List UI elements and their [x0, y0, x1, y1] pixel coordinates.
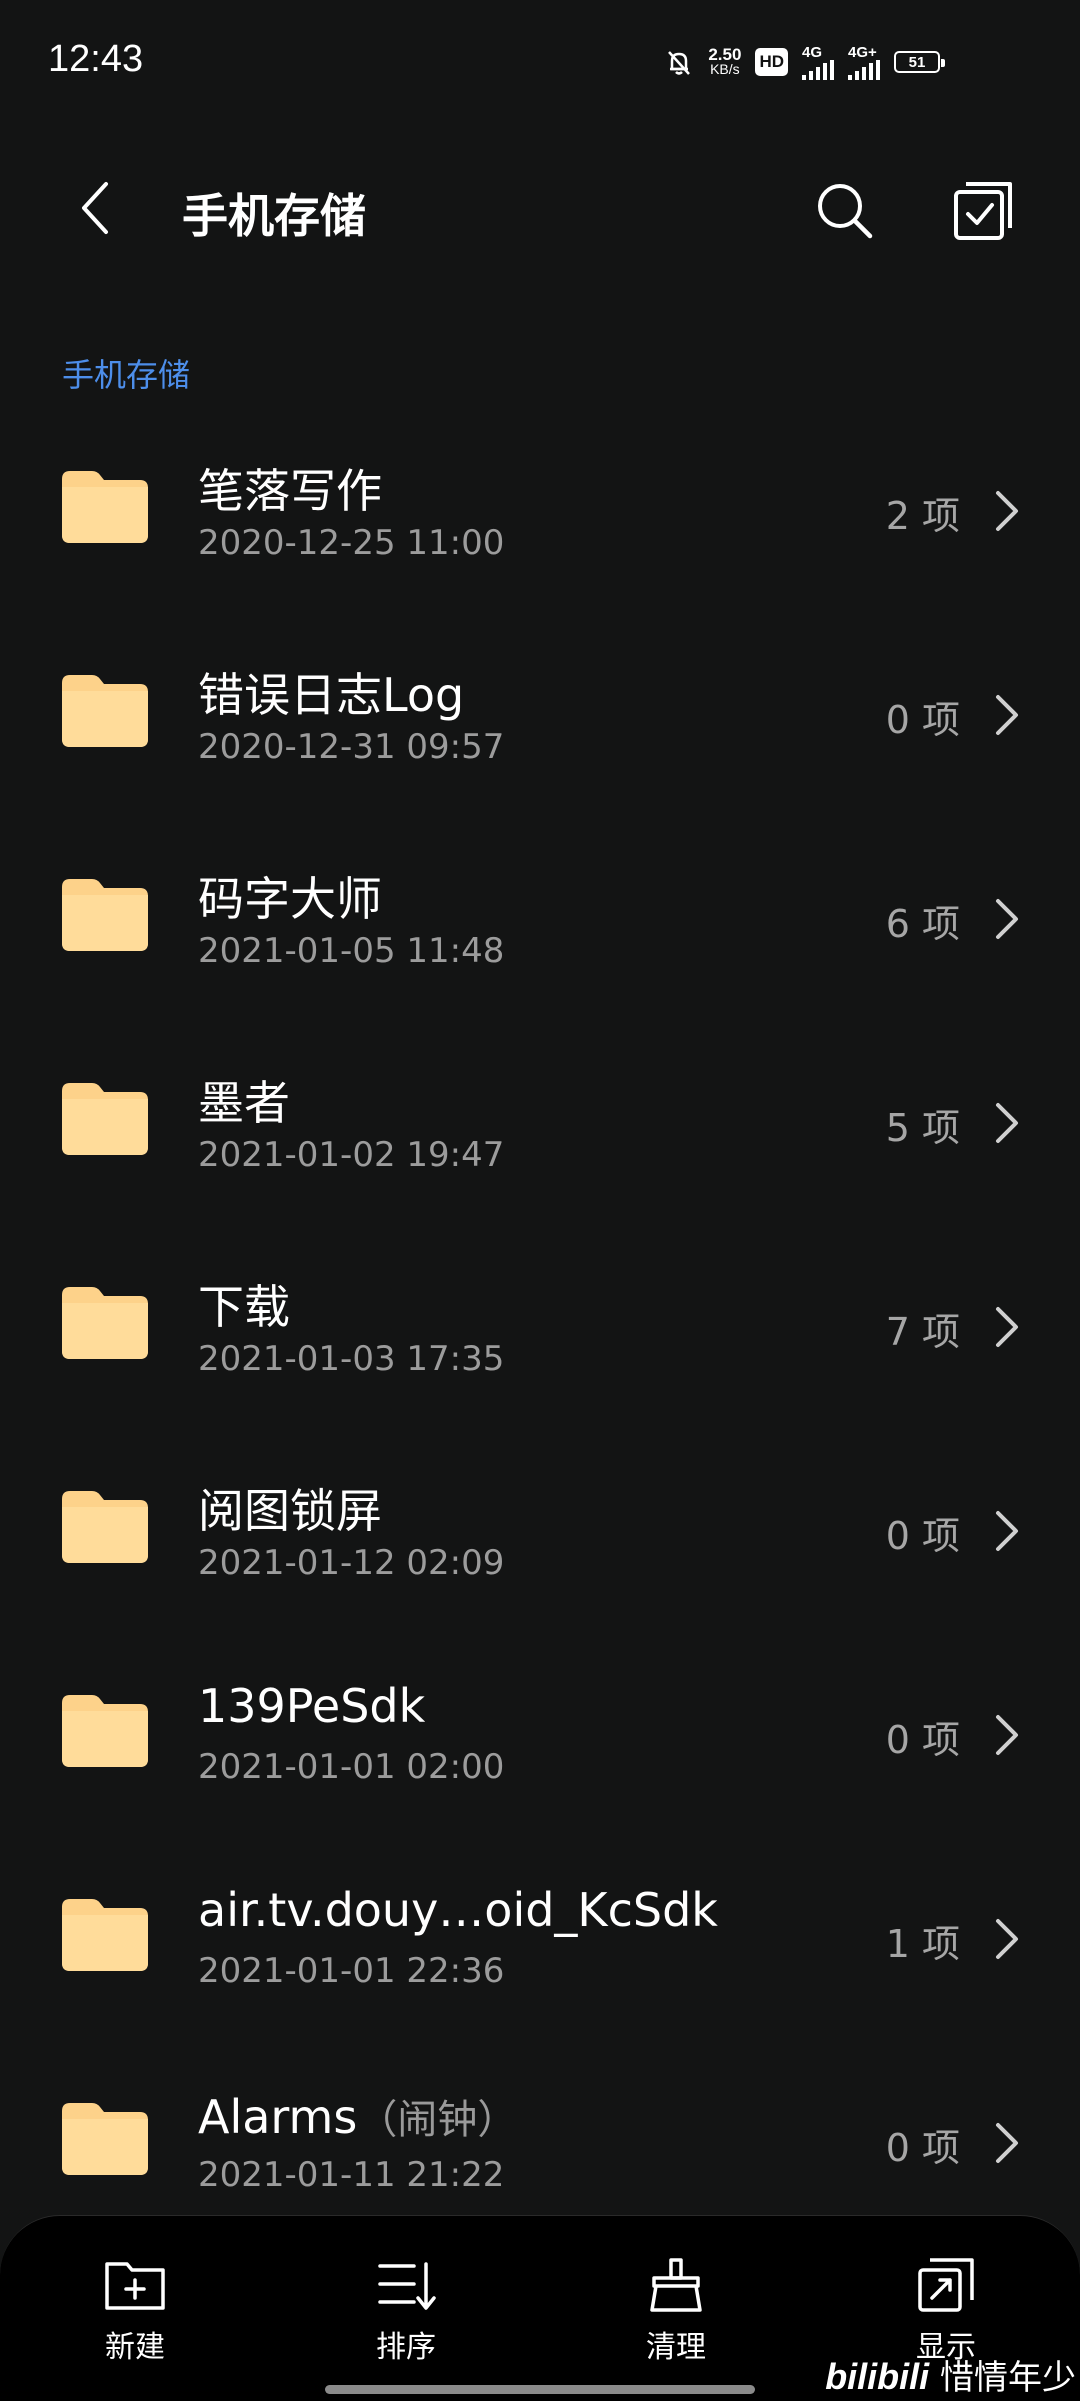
folder-item-count: 1 项 — [885, 1922, 960, 1966]
folder-date: 2021-01-05 11:48 — [198, 931, 505, 971]
folder-icon — [62, 471, 148, 543]
status-icons: 2.50 KB/s HD 4G 4G+ 51 — [664, 40, 945, 84]
folder-name: 码字大师 — [198, 863, 382, 929]
watermark: bilibili 惜情年少 — [825, 2350, 1076, 2399]
folder-date: 2020-12-31 09:57 — [198, 727, 505, 767]
folder-name-text: 139PeSdk — [198, 1679, 426, 1733]
folder-row[interactable]: 139PeSdk 2021-01-01 02:00 0 项 — [0, 1629, 1080, 1833]
folder-item-count: 0 项 — [885, 1718, 960, 1762]
page-title: 手机存储 — [182, 189, 366, 243]
folder-name-text: 笔落写作 — [198, 464, 382, 518]
checkbox-select-icon — [954, 182, 1012, 240]
folder-item-count: 5 项 — [885, 1106, 960, 1150]
folder-name: 笔落写作 — [198, 455, 382, 521]
clean-brush-icon — [650, 2258, 702, 2312]
folder-icon — [62, 1083, 148, 1155]
folder-icon — [62, 879, 148, 951]
hd-badge: HD — [755, 48, 788, 76]
chevron-right-icon — [996, 1103, 1018, 1143]
folder-row[interactable]: 下载 2021-01-03 17:35 7 项 — [0, 1221, 1080, 1425]
folder-row[interactable]: 墨者 2021-01-02 19:47 5 项 — [0, 1017, 1080, 1221]
new-folder-label: 新建 — [105, 2330, 165, 2365]
sim2-signal: 4G+ — [848, 45, 880, 80]
folder-name-text: 下载 — [198, 1280, 290, 1334]
network-speed: 2.50 KB/s — [708, 45, 742, 77]
clean-label: 清理 — [646, 2330, 706, 2365]
chevron-right-icon — [996, 1511, 1018, 1551]
battery-icon: 51 — [894, 51, 945, 73]
chevron-right-icon — [996, 1715, 1018, 1755]
folder-row[interactable]: 阅图锁屏 2021-01-12 02:09 0 项 — [0, 1425, 1080, 1629]
folder-icon — [62, 1287, 148, 1359]
folder-icon — [62, 675, 148, 747]
back-button[interactable] — [64, 176, 128, 240]
new-folder-button[interactable]: 新建 — [65, 2256, 205, 2366]
folder-date: 2021-01-11 21:22 — [198, 2155, 505, 2195]
folder-item-count: 7 项 — [885, 1310, 960, 1354]
home-indicator[interactable] — [325, 2385, 755, 2394]
status-bar: 12:43 2.50 KB/s HD 4G 4G+ 51 — [0, 0, 1080, 125]
sort-label: 排序 — [376, 2330, 436, 2365]
folder-row[interactable]: air.tv.douy…oid_KcSdk 2021-01-01 22:36 1 项 — [0, 1833, 1080, 2037]
folder-date: 2021-01-03 17:35 — [198, 1339, 505, 1379]
watermark-user: 惜情年少 — [940, 2358, 1076, 2398]
folder-icon — [62, 1491, 148, 1563]
folder-item-count: 0 项 — [885, 1514, 960, 1558]
folder-icon — [62, 1695, 148, 1767]
folder-name: Alarms（闹钟） — [198, 2087, 517, 2145]
folder-name: air.tv.douy…oid_KcSdk — [198, 1883, 718, 1937]
chevron-right-icon — [996, 1307, 1018, 1347]
folder-icon — [62, 2103, 148, 2175]
breadcrumb[interactable]: 手机存储 — [62, 350, 190, 396]
clean-button[interactable]: 清理 — [606, 2256, 746, 2366]
folder-item-count: 6 项 — [885, 902, 960, 946]
sort-button[interactable]: 排序 — [336, 2256, 476, 2366]
folder-name-text: 码字大师 — [198, 872, 382, 926]
search-button[interactable] — [810, 176, 880, 246]
folder-name: 错误日志Log — [198, 659, 464, 725]
folder-date: 2021-01-02 19:47 — [198, 1135, 505, 1175]
folder-name: 下载 — [198, 1271, 290, 1337]
status-time: 12:43 — [48, 38, 144, 80]
bilibili-logo: bilibili — [825, 2356, 930, 2397]
chevron-right-icon — [996, 1919, 1018, 1959]
folder-icon — [62, 1899, 148, 1971]
folder-name: 139PeSdk — [198, 1679, 425, 1733]
folder-date: 2020-12-25 11:00 — [198, 523, 505, 563]
folder-row[interactable]: 码字大师 2021-01-05 11:48 6 项 — [0, 813, 1080, 1017]
folder-item-count: 2 项 — [885, 494, 960, 538]
folder-name-text: Alarms — [198, 2090, 358, 2144]
back-arrow-icon — [82, 182, 108, 234]
file-list: 笔落写作 2020-12-25 11:00 2 项错误日志Log 2020-12-31… — [0, 405, 1080, 2241]
folder-name: 墨者 — [198, 1067, 290, 1133]
folder-item-count: 0 项 — [885, 2126, 960, 2170]
new-folder-icon — [105, 2262, 165, 2310]
folder-row[interactable]: 错误日志Log 2020-12-31 09:57 0 项 — [0, 609, 1080, 813]
folder-name-alias: （闹钟） — [357, 2097, 518, 2143]
folder-name-text: 错误日志Log — [198, 668, 465, 722]
chevron-right-icon — [996, 491, 1018, 531]
chevron-right-icon — [996, 695, 1018, 735]
sim1-signal: 4G — [802, 45, 834, 80]
search-icon — [818, 184, 873, 239]
folder-date: 2021-01-01 02:00 — [198, 1747, 505, 1787]
alarm-off-icon — [668, 51, 691, 75]
folder-name-text: 墨者 — [198, 1076, 290, 1130]
app-bar: 手机存储 — [0, 140, 1080, 280]
folder-date: 2021-01-01 22:36 — [198, 1951, 505, 1991]
display-icon — [918, 2258, 974, 2312]
folder-name-text: 阅图锁屏 — [198, 1484, 382, 1538]
folder-name-text: air.tv.douy…oid_KcSdk — [198, 1883, 718, 1937]
folder-date: 2021-01-12 02:09 — [198, 1543, 505, 1583]
multi-select-button[interactable] — [948, 176, 1018, 246]
chevron-right-icon — [996, 2123, 1018, 2163]
sort-icon — [378, 2262, 436, 2310]
folder-name: 阅图锁屏 — [198, 1475, 382, 1541]
folder-row[interactable]: Alarms（闹钟） 2021-01-11 21:22 0 项 — [0, 2037, 1080, 2241]
folder-row[interactable]: 笔落写作 2020-12-25 11:00 2 项 — [0, 405, 1080, 609]
chevron-right-icon — [996, 899, 1018, 939]
folder-item-count: 0 项 — [885, 698, 960, 742]
